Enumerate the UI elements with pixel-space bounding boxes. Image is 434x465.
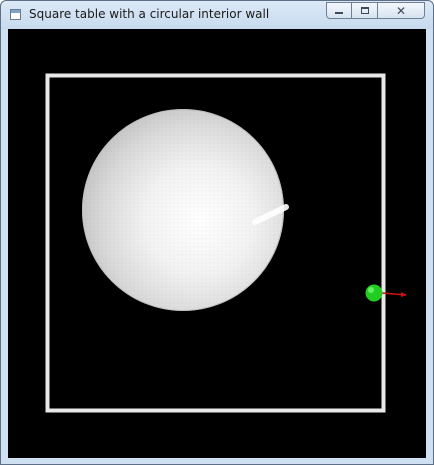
scene-canvas [45, 73, 407, 413]
close-icon: ✕ [395, 3, 407, 18]
maximize-icon [360, 7, 369, 14]
minimize-icon [335, 12, 343, 14]
billiard-ball [365, 284, 383, 302]
close-button[interactable]: ✕ [378, 2, 425, 19]
app-window: Square table with a circular interior wa… [0, 0, 434, 465]
window-title: Square table with a circular interior wa… [29, 7, 270, 21]
title-bar[interactable]: Square table with a circular interior wa… [1, 1, 433, 29]
render-viewport[interactable] [8, 29, 426, 458]
ball-shading [368, 287, 374, 293]
minimize-button[interactable] [326, 2, 352, 19]
circular-interior-wall [82, 109, 284, 311]
app-window-icon[interactable] [10, 9, 21, 20]
velocity-arrowhead [401, 292, 407, 297]
maximize-button[interactable] [352, 2, 378, 19]
